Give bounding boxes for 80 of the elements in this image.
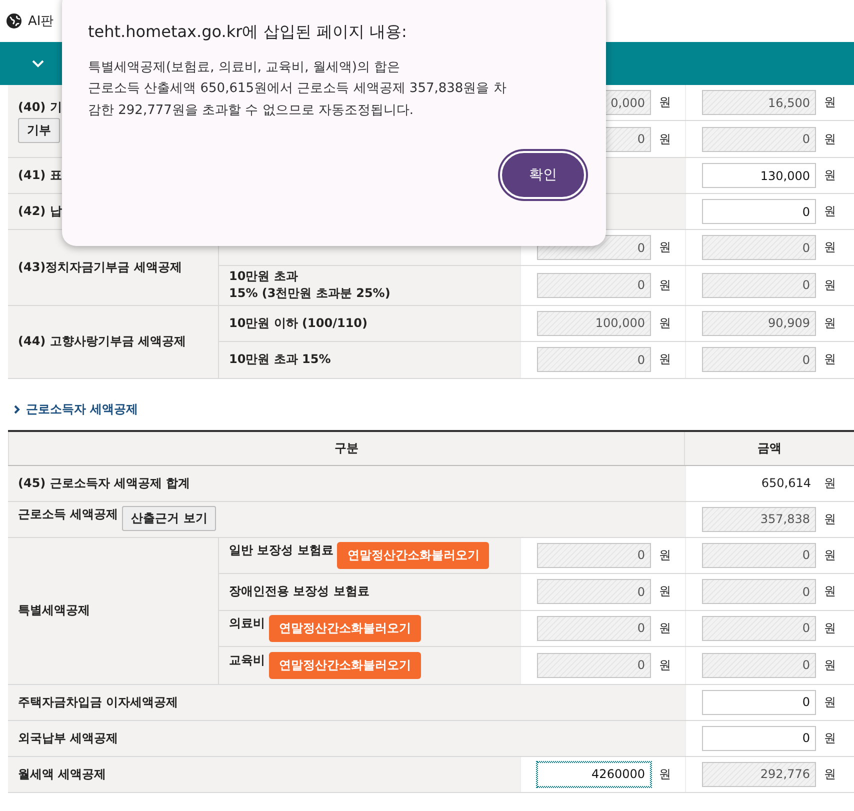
unit-label: 원 [659,546,671,564]
section-title: 근로소득자 세액공제 [26,400,138,418]
unit-label: 원 [824,766,836,783]
amount-field[interactable]: 0 [702,579,816,604]
unit-label: 원 [659,314,671,332]
amount-field[interactable]: 100,000 [537,310,651,336]
unit-label: 원 [824,167,836,184]
amount-field[interactable]: 0 [537,347,651,372]
row-label: 외국납부 세액공제 [18,730,118,747]
row-label: 주택자금차입금 이자세액공제 [18,694,178,711]
sub-label: 10만원 초과 15% [229,351,331,368]
amount-field[interactable]: 0 [702,235,816,260]
unit-label: 원 [824,546,836,564]
amount-field[interactable]: 0 [537,542,651,568]
unit-label: 원 [824,203,836,220]
sub-label: 의료비 [229,614,265,632]
unit-label: 원 [824,620,836,637]
sub-label: 교육비 [229,652,265,669]
row-label: (40) 기 [18,98,62,116]
unit-label: 원 [824,656,836,674]
unit-label: 원 [824,314,836,332]
unit-label: 원 [824,130,836,148]
unit-label: 원 [824,276,836,294]
amount-field[interactable]: 0 [537,616,651,641]
unit-label: 원 [659,583,671,600]
total-amount: 650,614 [760,476,812,490]
dialog-message: 특별세액공제(보험료, 의료비, 교육비, 월세액)의 합은 근로소득 산출세액 650,615원에서 근로소득 세액공제 357,838원을 차 감한 292,777원을 초과할 수 없으므로 자동조정됩니다. [88,59,508,120]
row-label: 월세액 세액공제 [18,766,106,783]
unit-label: 원 [824,583,836,600]
unit-label: 원 [824,694,836,711]
row-label: 특별세액공제 [18,602,90,620]
dialog-title: teht.hometax.go.kr에 삽입된 페이지 내용: [88,22,408,43]
sub-label: 10만원 초과 15% (3천만원 초과분 25%) [229,268,390,302]
amount-field[interactable]: 0 [702,542,816,568]
amount-field[interactable]: 0 [702,199,816,224]
amount-field[interactable]: 0 [702,347,816,372]
unit-label: 원 [659,766,671,783]
unit-label: 원 [659,620,671,637]
amount-field[interactable]: 0 [702,126,816,152]
unit-label: 원 [659,130,671,148]
amount-field[interactable]: 4260000 [537,762,651,787]
unit-label: 원 [824,239,836,256]
unit-label: 원 [659,239,671,256]
row-label: 근로소득 세액공제 [18,506,118,523]
amount-field[interactable]: 90,909 [702,310,816,336]
ok-button[interactable]: 확인 [500,151,586,200]
unit-label: 원 [824,730,836,747]
amount-field[interactable]: 357,838 [702,506,816,532]
unit-label: 원 [659,351,671,368]
calculation-button[interactable]: 산출근거 보기 [122,506,216,531]
donation-button[interactable]: 기부 [18,118,60,144]
unit-label: 원 [659,94,671,111]
amount-field[interactable]: 0 [702,272,816,298]
row-label: (44) 고향사랑기부금 세액공제 [18,333,186,350]
unit-label: 원 [659,656,671,674]
ai-label[interactable]: AI판 [28,12,54,30]
column-header: 금액 [758,440,782,457]
amount-field[interactable]: 0 [537,272,651,298]
amount-field[interactable]: 130,000 [702,163,816,188]
unit-label: 원 [659,276,671,294]
amount-field[interactable]: 0 [537,652,651,678]
amount-field[interactable]: 0 [702,726,816,751]
sub-label: 10만원 이하 (100/110) [229,314,368,332]
sub-label: 장애인전용 보장성 보험료 [229,583,370,600]
unit-label: 원 [824,474,836,492]
amount-field[interactable]: 0 [702,616,816,641]
amount-field[interactable]: 0 [537,579,651,604]
row-label: (45) 근로소득자 세액공제 합계 [18,474,190,492]
amount-field[interactable]: 0 [702,652,816,678]
sub-label: 일반 보장성 보험료 [229,542,334,559]
unit-label: 원 [824,351,836,368]
amount-field[interactable]: 292,776 [702,762,816,787]
amount-field[interactable]: 16,500 [702,90,816,115]
column-header: 구분 [334,440,359,457]
row-label: (43)정치자금기부금 세액공제 [18,258,182,276]
unit-label: 원 [824,510,836,528]
unit-label: 원 [824,94,836,111]
row-label: (41) 표 [18,166,62,184]
row-label: (42) 납 [18,202,62,220]
amount-field[interactable]: 0 [702,690,816,715]
